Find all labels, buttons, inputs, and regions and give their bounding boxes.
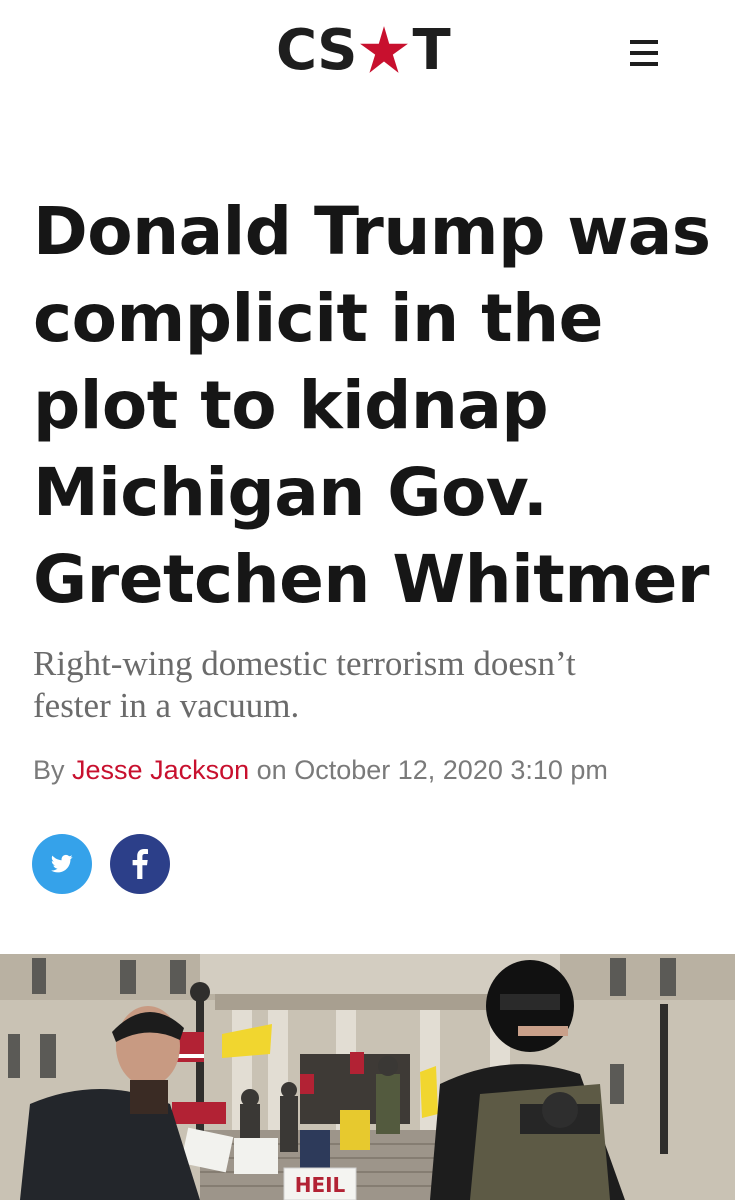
facebook-share-button[interactable] (110, 834, 170, 894)
twitter-share-button[interactable] (32, 834, 92, 894)
headline-line: Michigan Gov. (33, 454, 548, 531)
site-header: CS T (0, 0, 735, 110)
logo-text-right: T (412, 17, 450, 83)
star-icon (360, 26, 409, 73)
logo-text-left: CS (276, 17, 357, 83)
protest-sign-text: HEIL (295, 1173, 346, 1197)
byline: By Jesse Jackson on October 12, 2020 3:1… (33, 752, 723, 788)
headline-line: plot to kidnap (33, 367, 549, 444)
site-logo[interactable]: CS T (276, 17, 451, 83)
headline-line: Donald Trump was (33, 193, 711, 270)
twitter-icon (51, 854, 73, 873)
dek-line: Right-wing domestic terrorism doesn’t (33, 644, 576, 683)
byline-prefix: By (33, 755, 65, 785)
facebook-icon (132, 849, 148, 879)
headline-line: Gretchen Whitmer (33, 541, 709, 618)
article-dek: Right-wing domestic terrorism doesn’t fe… (33, 643, 703, 727)
publish-date: October 12, 2020 3:10 pm (294, 755, 608, 785)
author-link[interactable]: Jesse Jackson (72, 755, 249, 785)
article-photo: HEIL (0, 954, 735, 1200)
headline-line: complicit in the (33, 280, 603, 357)
dek-line: fester in a vacuum. (33, 686, 300, 725)
hamburger-menu-icon[interactable] (630, 40, 660, 66)
byline-connector: on (256, 755, 287, 785)
article-headline: Donald Trump was complicit in the plot t… (33, 188, 713, 623)
protest-photo-illustration: HEIL (0, 954, 735, 1200)
